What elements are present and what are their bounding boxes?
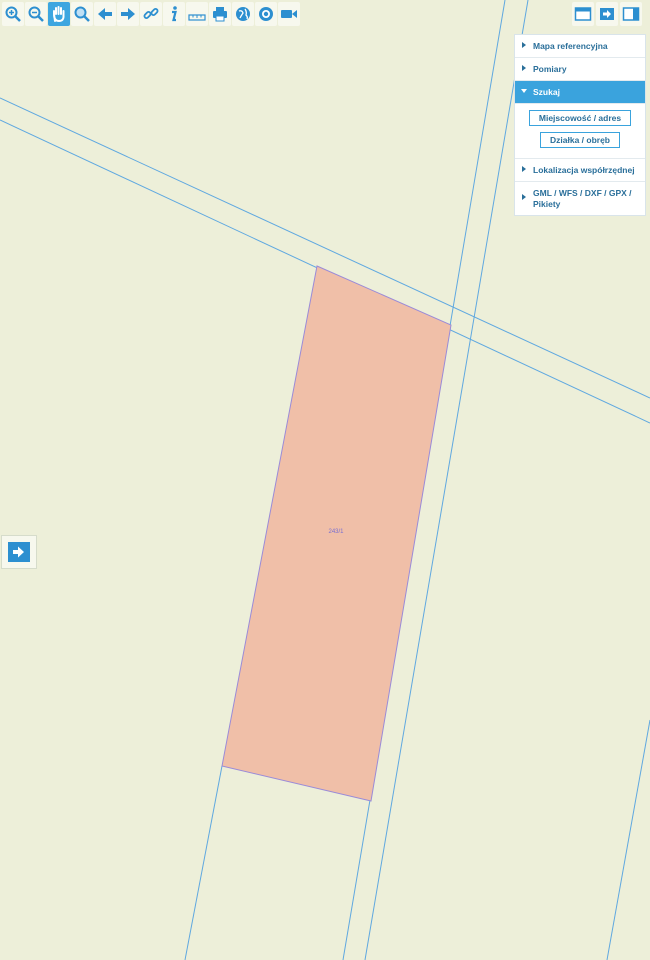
search-options: Miejscowość / adres Działka / obręb [515,104,645,159]
search-parcel-button[interactable]: Działka / obręb [540,132,620,148]
zoom-in-icon[interactable] [2,2,24,26]
window-layout-icon[interactable] [572,2,594,26]
panel-item-coordinate-location[interactable]: Lokalizacja współrzędnej [515,159,645,182]
toolbar-right [572,2,642,26]
panel-item-label: Pomiary [533,64,567,74]
panel-item-label: Mapa referencyjna [533,41,608,51]
panel-item-gml-import[interactable]: GML / WFS / DXF / GPX / Pikiety [515,182,645,215]
zoom-area-icon[interactable] [71,2,93,26]
chevron-right-icon [522,65,526,71]
panel-item-label: GML / WFS / DXF / GPX / Pikiety [533,188,632,209]
forward-arrow-icon[interactable] [117,2,139,26]
export-icon [8,542,30,562]
export-icon[interactable] [596,2,618,26]
panel-item-reference-map[interactable]: Mapa referencyjna [515,35,645,58]
chevron-down-icon [521,89,527,93]
chevron-right-icon [522,166,526,172]
globe-icon[interactable] [232,2,254,26]
back-arrow-icon[interactable] [94,2,116,26]
parcel-label: 243/1 [328,529,344,535]
chevron-right-icon [522,42,526,48]
side-panel: Mapa referencyjna Pomiary Szukaj Miejsco… [514,34,646,216]
panel-toggle-icon[interactable] [620,2,642,26]
panel-item-label: Szukaj [533,87,560,97]
panel-item-search[interactable]: Szukaj [515,81,645,104]
panel-item-label: Lokalizacja współrzędnej [533,165,635,175]
target-icon[interactable] [255,2,277,26]
link-icon[interactable] [140,2,162,26]
chevron-right-icon [522,194,526,200]
info-icon[interactable] [163,2,185,26]
expand-panel-button[interactable] [1,535,37,569]
print-icon[interactable] [209,2,231,26]
search-address-button[interactable]: Miejscowość / adres [528,110,632,126]
camera-icon[interactable] [278,2,300,26]
pan-hand-icon[interactable] [48,2,70,26]
panel-item-measurements[interactable]: Pomiary [515,58,645,81]
zoom-out-icon[interactable] [25,2,47,26]
toolbar [2,2,300,26]
measure-icon[interactable] [186,2,208,26]
